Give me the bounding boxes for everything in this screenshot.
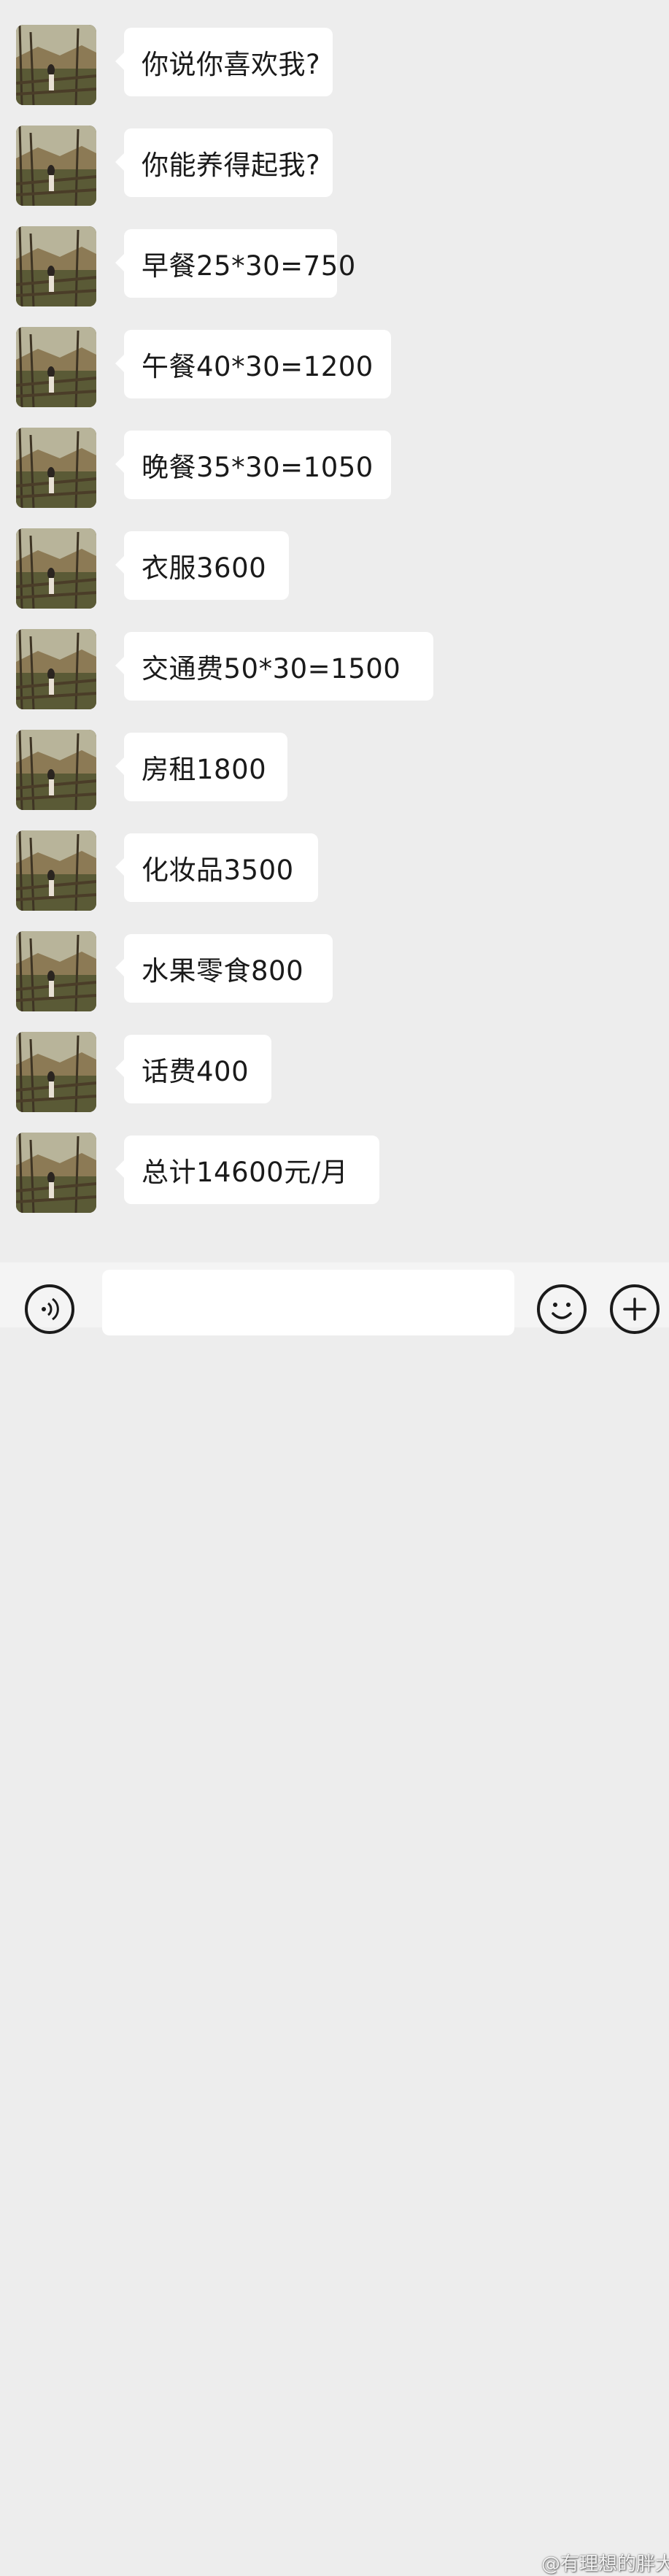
avatar[interactable] [16, 1133, 96, 1213]
avatar[interactable] [16, 327, 96, 407]
avatar[interactable] [16, 629, 96, 709]
avatar-image [16, 1133, 96, 1213]
avatar-image [16, 327, 96, 407]
message-bubble[interactable]: 化妆品3500 [115, 833, 318, 902]
message-row: 午餐40*30=1200 [16, 327, 658, 409]
voice-button[interactable] [25, 1284, 74, 1334]
message-row: 衣服3600 [16, 528, 658, 610]
message-row: 交通费50*30=1500 [16, 629, 658, 711]
message-row: 你能养得起我? [16, 126, 658, 207]
message-bubble[interactable]: 你能养得起我? [115, 128, 333, 197]
message-bubble[interactable]: 房租1800 [115, 733, 287, 801]
message-row: 早餐25*30=750 [16, 226, 658, 308]
avatar-image [16, 830, 96, 911]
emoji-icon [552, 1303, 572, 1319]
avatar-image [16, 931, 96, 1011]
message-bubble[interactable]: 晚餐35*30=1050 [115, 431, 391, 499]
avatar[interactable] [16, 830, 96, 911]
message-row: 化妆品3500 [16, 830, 658, 912]
message-row: 你说你喜欢我? [16, 25, 658, 107]
emoji-button[interactable] [537, 1284, 587, 1334]
avatar[interactable] [16, 226, 96, 306]
avatar[interactable] [16, 931, 96, 1011]
avatar[interactable] [16, 528, 96, 609]
message-bubble[interactable]: 衣服3600 [115, 531, 289, 600]
message-bubble[interactable]: 水果零食800 [115, 934, 333, 1003]
chat-input-bar: @有理想的胖大 [0, 1262, 669, 2575]
message-bubble[interactable]: 话费400 [115, 1035, 271, 1103]
message-bubble[interactable]: 早餐25*30=750 [115, 229, 355, 298]
plus-icon [623, 1297, 646, 1321]
avatar-image [16, 25, 96, 105]
avatar-image [16, 629, 96, 709]
watermark: @有理想的胖大 [541, 2553, 669, 2575]
message-row: 水果零食800 [16, 931, 658, 1013]
avatar[interactable] [16, 25, 96, 105]
avatar[interactable] [16, 1032, 96, 1112]
message-row: 房租1800 [16, 730, 658, 811]
message-row: 晚餐35*30=1050 [16, 428, 658, 509]
avatar-image [16, 126, 96, 206]
avatar[interactable] [16, 428, 96, 508]
message-bubble[interactable]: 总计14600元/月 [115, 1135, 379, 1204]
avatar-image [16, 226, 96, 306]
avatar-image [16, 730, 96, 810]
plus-button[interactable] [610, 1284, 660, 1334]
message-bubble[interactable]: 交通费50*30=1500 [115, 632, 433, 701]
voice-icon [42, 1297, 59, 1321]
message-row: 总计14600元/月 [16, 1133, 658, 1214]
message-row: 话费400 [16, 1032, 658, 1114]
avatar-image [16, 528, 96, 609]
avatar[interactable] [16, 730, 96, 810]
message-input[interactable] [102, 1270, 514, 1335]
avatar[interactable] [16, 126, 96, 206]
avatar-image [16, 1032, 96, 1112]
avatar-image [16, 428, 96, 508]
message-bubble[interactable]: 你说你喜欢我? [115, 28, 333, 96]
message-bubble[interactable]: 午餐40*30=1200 [115, 330, 391, 398]
